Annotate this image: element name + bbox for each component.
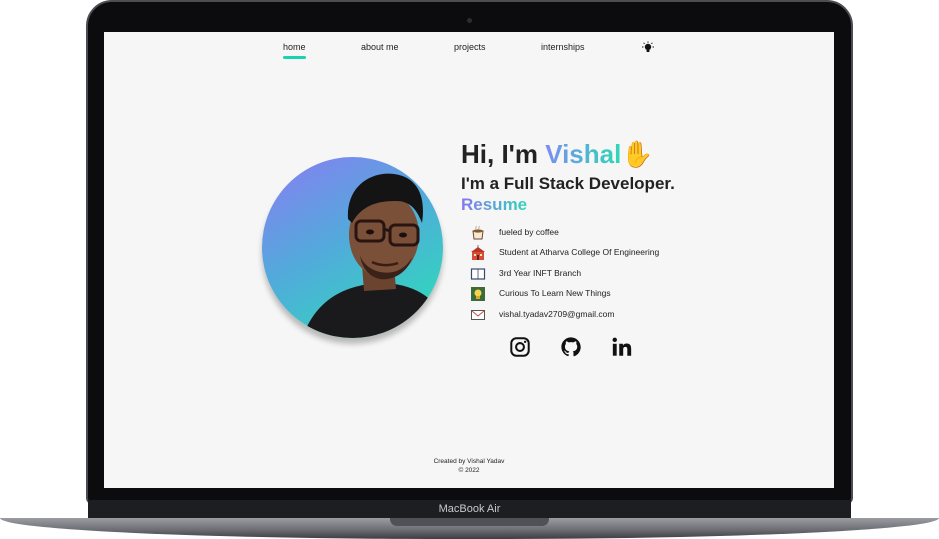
- fact-text[interactable]: vishal.tyadav2709@gmail.com: [499, 309, 614, 319]
- school-icon: [471, 245, 485, 260]
- fact-text: Student at Atharva College Of Engineerin…: [499, 247, 660, 257]
- instagram-icon[interactable]: [509, 336, 531, 358]
- laptop-notch: [390, 518, 549, 526]
- coffee-icon: [472, 225, 484, 240]
- hero-subtitle: I'm a Full Stack Developer.: [461, 174, 675, 193]
- browser-viewport: home about me projects internships Hi, I…: [104, 32, 834, 488]
- person-portrait: [302, 173, 443, 338]
- waving-hand-icon: ✋: [621, 139, 654, 169]
- footer-credit: Created by Vishal Yadav: [433, 458, 505, 465]
- hero-name: Vishal: [545, 139, 622, 169]
- top-nav: home about me projects internships: [104, 32, 834, 62]
- lightbulb-icon[interactable]: [641, 41, 655, 55]
- greeting-text: Hi, I'm: [461, 139, 546, 169]
- fact-text: Curious To Learn New Things: [499, 288, 611, 298]
- fact-text: 3rd Year INFT Branch: [499, 268, 582, 278]
- resume-link[interactable]: Resume: [461, 195, 527, 215]
- hero-heading: Hi, I'm Vishal✋: [461, 139, 654, 170]
- footer-copyright: © 2022: [458, 467, 480, 474]
- nav-about-me[interactable]: about me: [361, 42, 399, 52]
- nav-projects[interactable]: projects: [454, 42, 486, 52]
- github-icon[interactable]: [560, 336, 582, 358]
- profile-photo: [262, 157, 443, 338]
- mail-icon: [471, 310, 485, 320]
- linkedin-icon[interactable]: [611, 336, 633, 358]
- fact-text: fueled by coffee: [499, 227, 559, 237]
- nav-home[interactable]: home: [283, 42, 306, 59]
- footer: Created by Vishal Yadav © 2022: [104, 457, 834, 475]
- device-brand-label: MacBook Air: [438, 503, 501, 515]
- nav-internships[interactable]: internships: [541, 42, 585, 52]
- camera-icon: [467, 18, 472, 23]
- idea-icon: [471, 287, 485, 301]
- book-icon: [470, 268, 486, 280]
